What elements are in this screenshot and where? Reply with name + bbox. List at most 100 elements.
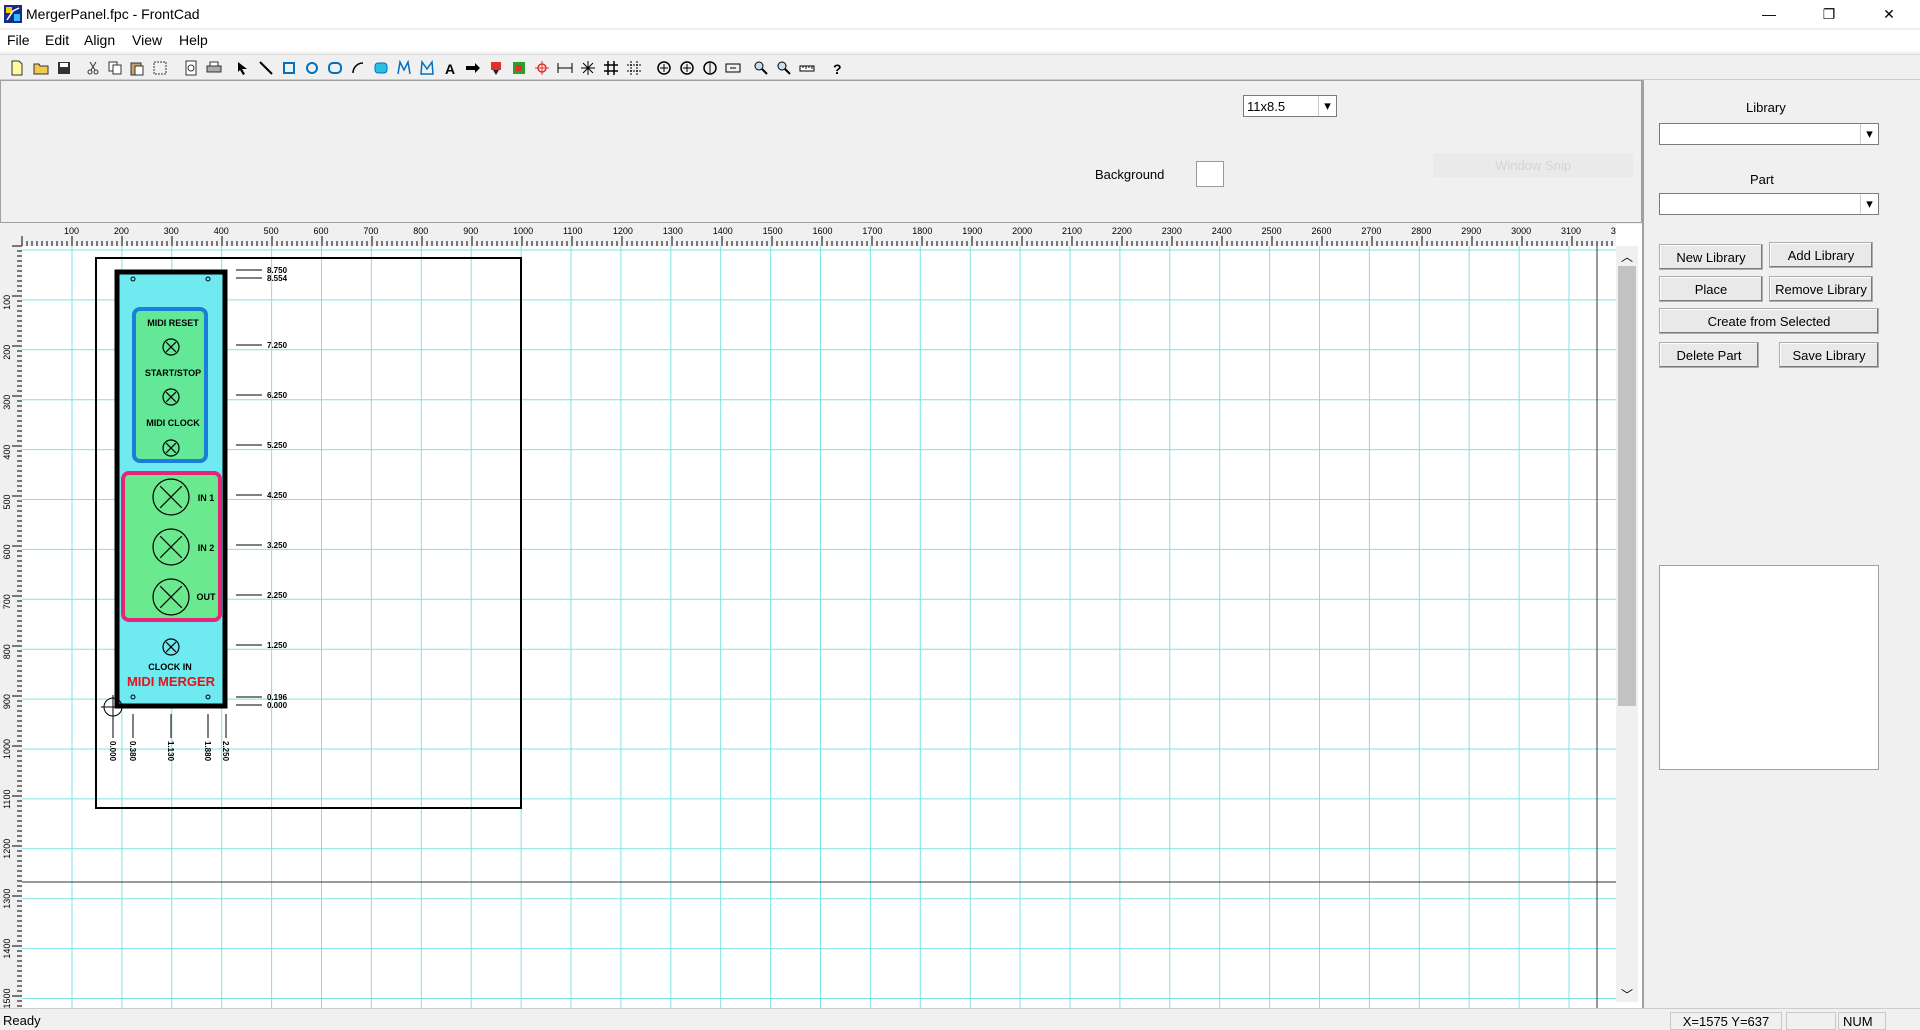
arc-icon[interactable] — [349, 59, 367, 77]
title-bar: MergerPanel.fpc - FrontCad — ❐ ✕ — [0, 0, 1920, 28]
dimension-icon[interactable] — [556, 59, 574, 77]
menu-help[interactable]: Help — [179, 32, 208, 48]
cut-icon[interactable] — [84, 59, 102, 77]
polyline-icon[interactable] — [395, 59, 413, 77]
knob-icon[interactable] — [487, 59, 505, 77]
chevron-down-icon: ▾ — [1860, 194, 1878, 214]
print-preview-icon[interactable] — [182, 59, 200, 77]
ruler-label: 800 — [2, 644, 12, 659]
ruler-label: 200 — [114, 226, 129, 236]
paper-size-select[interactable]: 11x8.5 ▾ — [1243, 95, 1337, 117]
fill-rect-icon[interactable] — [372, 59, 390, 77]
ruler-label: 1900 — [962, 226, 982, 236]
menu-bar: File Edit Align View Help — [0, 30, 1920, 52]
ruler-label: 2100 — [1062, 226, 1082, 236]
paste-icon[interactable] — [128, 59, 146, 77]
copy-icon[interactable] — [106, 59, 124, 77]
rounded-rect-icon[interactable] — [326, 59, 344, 77]
drawing-svg[interactable]: 100 200 300 400 500 600 700 800 900 1000 1100 1200 1… — [0, 224, 1616, 1008]
ruler-label: 1100 — [563, 226, 582, 236]
ruler-label: 300 — [164, 226, 179, 236]
delete-part-button[interactable]: Delete Part — [1659, 342, 1759, 368]
properties-panel: 11x8.5 ▾ Background Window Snip — [0, 80, 1642, 223]
place-button[interactable]: Place — [1659, 276, 1763, 302]
minimize-button[interactable]: — — [1746, 0, 1792, 28]
library-select[interactable]: ▾ — [1659, 123, 1879, 145]
polygon-icon[interactable] — [418, 59, 436, 77]
circle-icon[interactable] — [303, 59, 321, 77]
app-icon — [4, 5, 22, 23]
toolbar: A ? — [0, 54, 1920, 80]
menu-view[interactable]: View — [132, 32, 162, 48]
ruler-label: 700 — [363, 226, 378, 236]
arrow-icon[interactable] — [464, 59, 482, 77]
part-label: Part — [1750, 172, 1774, 187]
dimension-label-y: 4.250 — [267, 491, 288, 500]
svg-text:A: A — [445, 61, 455, 76]
chevron-down-icon: ▾ — [1318, 96, 1336, 116]
ruler-label: 400 — [2, 445, 12, 460]
scroll-down-icon[interactable]: ﹀ — [1619, 986, 1635, 1002]
restore-button[interactable]: ❐ — [1806, 0, 1852, 28]
print-icon[interactable] — [205, 59, 223, 77]
vertical-scrollbar[interactable]: ︿ ﹀ — [1616, 246, 1638, 1002]
ruler-label: 400 — [214, 226, 229, 236]
open-folder-icon[interactable] — [32, 59, 50, 77]
ruler-label: 800 — [413, 226, 428, 236]
ruler-label: 1300 — [2, 889, 12, 909]
ruler-icon[interactable] — [798, 59, 816, 77]
select-all-icon[interactable] — [151, 59, 169, 77]
part-select[interactable]: ▾ — [1659, 193, 1879, 215]
line-icon[interactable] — [257, 59, 275, 77]
crosshair-icon[interactable] — [533, 59, 551, 77]
save-library-button[interactable]: Save Library — [1779, 342, 1879, 368]
snap-grid-icon[interactable] — [625, 59, 643, 77]
ruler-label: 1700 — [862, 226, 882, 236]
zoom-out-icon[interactable] — [775, 59, 793, 77]
drawing-canvas[interactable]: 100 200 300 400 500 600 700 800 900 1000 1100 1200 1… — [0, 224, 1642, 1008]
new-library-button[interactable]: New Library — [1659, 244, 1763, 270]
sparkle-icon[interactable] — [579, 59, 597, 77]
zoom-fit-icon[interactable] — [655, 59, 673, 77]
ruler-label: 1600 — [813, 226, 833, 236]
ruler-label: 300 — [2, 395, 12, 410]
scroll-thumb[interactable] — [1618, 266, 1636, 706]
zoom-in-icon[interactable] — [752, 59, 770, 77]
menu-file[interactable]: File — [7, 32, 30, 48]
ruler-label: 100 — [2, 295, 12, 310]
pointer-icon[interactable] — [234, 59, 252, 77]
in1-label: IN 1 — [198, 493, 215, 503]
ruler-label: 2000 — [1012, 226, 1032, 236]
text-icon[interactable]: A — [441, 59, 459, 77]
save-icon[interactable] — [55, 59, 73, 77]
ruler-label: 500 — [2, 494, 12, 509]
background-label: Background — [1095, 167, 1165, 182]
add-library-button[interactable]: Add Library — [1769, 242, 1873, 268]
num-lock-indicator: NUM — [1838, 1012, 1886, 1030]
library-label: Library — [1746, 100, 1786, 115]
new-file-icon[interactable] — [8, 59, 26, 77]
scroll-up-icon[interactable]: ︿ — [1619, 248, 1635, 264]
remove-library-button[interactable]: Remove Library — [1769, 276, 1873, 302]
ruler-label: 1200 — [613, 226, 633, 236]
ruler-label: 500 — [264, 226, 279, 236]
window-snip-button[interactable]: Window Snip — [1433, 153, 1633, 177]
color-icon[interactable] — [510, 59, 528, 77]
grid-icon[interactable] — [602, 59, 620, 77]
create-from-selected-button[interactable]: Create from Selected — [1659, 308, 1879, 334]
status-blank-cell — [1786, 1012, 1836, 1030]
rectangle-icon[interactable] — [280, 59, 298, 77]
menu-edit[interactable]: Edit — [45, 32, 69, 48]
midi-reset-label: MIDI RESET — [147, 318, 199, 328]
menu-align[interactable]: Align — [84, 32, 115, 48]
ruler-label: 1300 — [663, 226, 683, 236]
zoom-page-icon[interactable] — [701, 59, 719, 77]
zoom-window-icon[interactable] — [724, 59, 742, 77]
background-color-swatch[interactable] — [1196, 161, 1224, 187]
close-button[interactable]: ✕ — [1866, 0, 1912, 28]
help-icon[interactable]: ? — [828, 59, 846, 77]
ruler-label: 3100 — [1561, 226, 1581, 236]
zoom-area-icon[interactable] — [678, 59, 696, 77]
ruler-label: 2900 — [1461, 226, 1481, 236]
dimension-label-y: 6.250 — [267, 391, 288, 400]
